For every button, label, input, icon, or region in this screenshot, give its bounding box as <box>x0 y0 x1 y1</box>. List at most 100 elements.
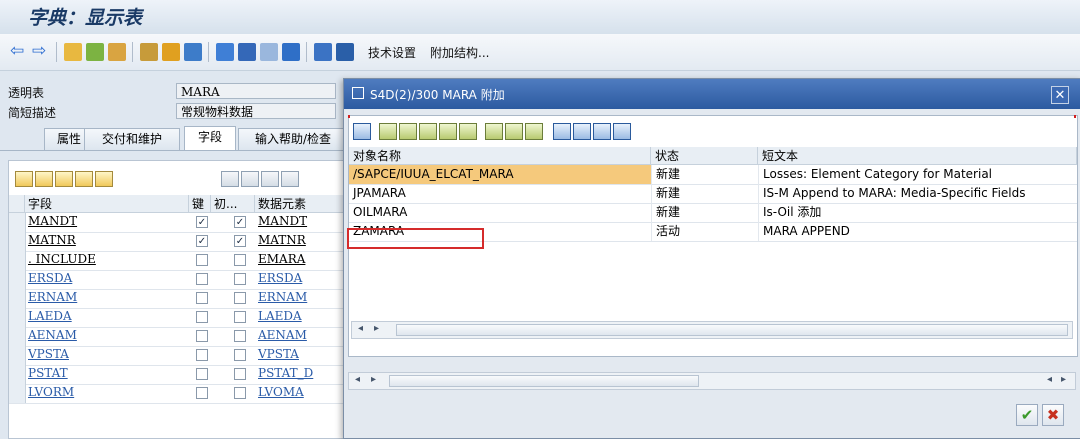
row-selector[interactable] <box>9 251 26 270</box>
table-row[interactable]: MANDT ✓ ✓ MANDT <box>9 213 347 233</box>
object-name[interactable]: JPAMARA <box>349 184 651 203</box>
key-checkbox[interactable]: ✓ <box>196 235 208 247</box>
activate-icon[interactable] <box>162 43 180 61</box>
find-icon[interactable] <box>419 123 437 140</box>
copy-icon[interactable] <box>108 43 126 61</box>
key-checkbox[interactable] <box>196 311 208 323</box>
append-structure-button[interactable]: 附加结构... <box>430 44 489 61</box>
technical-settings-button[interactable]: 技术设置 <box>368 44 416 61</box>
sort-descending-icon[interactable] <box>399 123 417 140</box>
tab-delivery-maintenance[interactable]: 交付和维护 <box>84 128 180 150</box>
scrollbar-thumb[interactable] <box>389 375 699 387</box>
dialog-horizontal-scrollbar[interactable]: ◂ ▸ ◂ ▸ <box>348 372 1076 390</box>
back-arrow-icon[interactable]: ⇦ <box>10 43 28 61</box>
data-element[interactable]: PSTAT_D <box>258 366 313 380</box>
forward-arrow-icon[interactable]: ⇨ <box>32 43 50 61</box>
row-selector[interactable] <box>9 213 26 232</box>
data-element[interactable]: LAEDA <box>258 309 302 323</box>
data-element[interactable]: EMARA <box>258 252 305 266</box>
info-icon[interactable] <box>282 43 300 61</box>
column-header-object-name[interactable]: 对象名称 <box>349 147 651 165</box>
table-row[interactable]: LVORM LVOMA <box>9 384 347 404</box>
field-name[interactable]: ERSDA <box>28 271 72 285</box>
table-row[interactable]: ERSDA ERSDA <box>9 270 347 290</box>
table-row[interactable]: . INCLUDE EMARA <box>9 251 347 271</box>
help-icon[interactable] <box>573 123 591 140</box>
key-checkbox[interactable] <box>196 349 208 361</box>
table-row[interactable]: VPSTA VPSTA <box>9 346 347 366</box>
initial-checkbox[interactable]: ✓ <box>234 216 246 228</box>
object-icon[interactable] <box>86 43 104 61</box>
initial-checkbox[interactable] <box>234 273 246 285</box>
initial-checkbox[interactable] <box>234 292 246 304</box>
data-element[interactable]: AENAM <box>258 328 307 342</box>
collapse-icon[interactable] <box>261 171 279 187</box>
column-header-data-element[interactable]: 数据元素 <box>255 195 347 213</box>
filter-icon[interactable] <box>459 123 477 140</box>
sort-ascending-icon[interactable] <box>379 123 397 140</box>
column-header-initial[interactable]: 初... <box>211 195 255 213</box>
key-checkbox[interactable] <box>196 368 208 380</box>
key-checkbox[interactable]: ✓ <box>196 216 208 228</box>
print-icon[interactable] <box>485 123 503 140</box>
table-row[interactable]: ERNAM ERNAM <box>9 289 347 309</box>
row-selector[interactable] <box>9 232 26 251</box>
create-icon[interactable] <box>553 123 571 140</box>
table-row[interactable]: MATNR ✓ ✓ MATNR <box>9 232 347 252</box>
column-header-key[interactable]: 键 <box>189 195 211 213</box>
column-header-short-text[interactable]: 短文本 <box>758 147 1077 165</box>
field-name[interactable]: ERNAM <box>28 290 77 304</box>
find-next-icon[interactable] <box>439 123 457 140</box>
hierarchy-icon[interactable] <box>140 43 158 61</box>
field-name[interactable]: . INCLUDE <box>28 252 96 266</box>
key-checkbox[interactable] <box>196 330 208 342</box>
row-selector[interactable] <box>9 384 26 403</box>
delete-icon[interactable] <box>593 123 611 140</box>
row-selector[interactable] <box>9 270 26 289</box>
scroll-right-icon[interactable]: ▸ <box>374 323 379 334</box>
data-element[interactable]: VPSTA <box>258 347 299 361</box>
copy-icon[interactable] <box>35 171 53 187</box>
scroll-up-icon[interactable] <box>281 171 299 187</box>
initial-checkbox[interactable] <box>234 330 246 342</box>
table-icon[interactable] <box>216 43 234 61</box>
list-item[interactable]: JPAMARA 新建 IS-M Append to MARA: Media-Spec… <box>349 184 1077 204</box>
expand-icon[interactable] <box>241 171 259 187</box>
key-checkbox[interactable] <box>196 273 208 285</box>
data-element[interactable]: LVOMA <box>258 385 304 399</box>
grid-icon[interactable] <box>260 43 278 61</box>
data-element[interactable]: ERNAM <box>258 290 307 304</box>
export-icon[interactable] <box>505 123 523 140</box>
where-used-icon[interactable] <box>184 43 202 61</box>
details-icon[interactable] <box>353 123 371 140</box>
column-header-field[interactable]: 字段 <box>25 195 189 213</box>
initial-checkbox[interactable] <box>234 349 246 361</box>
tab-fields[interactable]: 字段 <box>184 126 236 150</box>
scroll-left-icon[interactable]: ◂ <box>1047 374 1052 385</box>
glasses-icon[interactable] <box>64 43 82 61</box>
columns-icon[interactable] <box>314 43 332 61</box>
table-row[interactable]: AENAM AENAM <box>9 327 347 347</box>
object-name[interactable]: OILMARA <box>349 203 651 222</box>
cancel-button[interactable]: ✖ <box>1042 404 1064 426</box>
field-name[interactable]: MATNR <box>28 233 76 247</box>
row-selector[interactable] <box>9 365 26 384</box>
field-name[interactable]: PSTAT <box>28 366 68 380</box>
align-icon[interactable] <box>238 43 256 61</box>
row-selector[interactable] <box>9 346 26 365</box>
initial-checkbox[interactable] <box>234 368 246 380</box>
field-name[interactable]: AENAM <box>28 328 77 342</box>
key-checkbox[interactable] <box>196 387 208 399</box>
ok-button[interactable]: ✔ <box>1016 404 1038 426</box>
close-icon[interactable]: ✕ <box>1051 86 1069 104</box>
tab-input-help-check[interactable]: 输入帮助/检查 <box>238 128 348 150</box>
scrollbar-thumb[interactable] <box>396 324 1068 336</box>
row-selector[interactable] <box>9 289 26 308</box>
list-item[interactable]: /SAPCE/IUUA_ELCAT_MARA 新建 Losses: Element … <box>349 165 1077 185</box>
initial-checkbox[interactable] <box>234 254 246 266</box>
scroll-right-icon[interactable]: ▸ <box>1061 374 1066 385</box>
initial-checkbox[interactable] <box>234 387 246 399</box>
initial-checkbox[interactable]: ✓ <box>234 235 246 247</box>
table-row[interactable]: PSTAT PSTAT_D <box>9 365 347 385</box>
row-selector[interactable] <box>9 308 26 327</box>
